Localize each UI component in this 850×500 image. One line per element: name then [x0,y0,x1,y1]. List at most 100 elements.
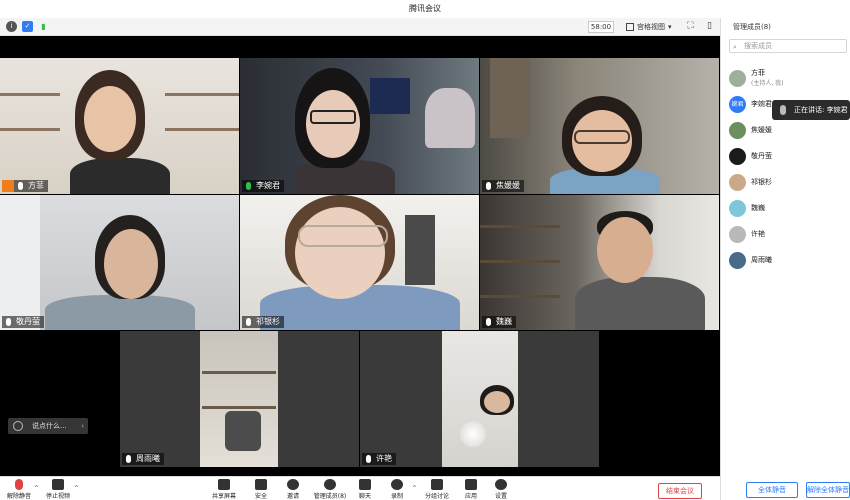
member-item[interactable]: 焦媛媛 [729,120,849,140]
video-tile[interactable]: 魏巍 [480,195,719,330]
shield-icon[interactable]: ✓ [22,21,33,32]
member-name: 李婉君 [751,99,772,108]
person-face [295,207,385,299]
member-name: 许艳 [751,229,765,238]
member-item[interactable]: 方菲 (主持人, 我) [729,68,849,88]
participant-name: 祁银杉 [256,317,280,326]
member-item[interactable]: 周雨曦 [729,250,849,270]
manage-members-button[interactable]: 管理成员(8) [310,479,350,500]
glasses [574,130,630,144]
member-item[interactable]: 许艳 [729,224,849,244]
member-name: 焦媛媛 [751,125,772,134]
glasses [298,225,388,247]
bookshelf [165,93,239,96]
participant-name-tag: 祁银杉 [242,316,284,328]
person-body [575,277,705,330]
bookshelf [165,128,239,131]
window-title: 腾讯会议 [409,4,441,13]
settings-label: 设置 [494,493,507,500]
title-bar: 腾讯会议 [0,0,850,18]
video-tile[interactable]: 焦媛媛 [480,58,719,194]
view-switch-button[interactable]: 宫格视图 ▾ [622,21,676,33]
chat-input[interactable]: 说点什么... ‹ [8,418,88,434]
share-screen-button[interactable]: 共享屏幕 [206,479,242,500]
bookshelf [0,93,60,96]
person-face [104,229,158,299]
video-tile[interactable]: 许艳 [360,331,599,467]
participant-name-tag: 敬丹萤 [2,316,44,328]
members-icon [324,479,336,490]
member-search-input[interactable]: ⌕ 搜索成员 [729,39,847,53]
security-button[interactable]: 安全 [250,479,272,500]
unmute-button[interactable]: 解除静音 [6,479,32,500]
microphone-icon [18,182,23,190]
chevron-up-icon[interactable]: ^ [412,485,417,492]
wall-panel [405,215,435,285]
members-panel: 管理成员(8) ⌕ 搜索成员 方菲 (主持人, 我) 婉君 李婉君 焦媛媛 敬丹… [720,18,850,500]
glasses [310,110,356,124]
video-tile[interactable]: 方菲 [0,58,239,194]
record-label: 录制 [390,493,403,500]
video-tile[interactable]: 祁银杉 [240,195,479,330]
manage-members-label: 管理成员(8) [313,493,347,500]
end-meeting-button[interactable]: 结束会议 [658,483,702,499]
member-name: 敬丹萤 [751,151,772,160]
microphone-active-icon [246,182,251,190]
emoji-icon[interactable] [13,421,23,431]
meeting-controls: 解除静音 ^ 停止视频 ^ 共享屏幕 安全 邀请 管理成员(8) 聊天 录制 ^… [0,476,720,500]
record-button[interactable]: 录制 [386,479,408,500]
bookshelf [202,371,276,374]
avatar [729,121,746,139]
microphone-icon [486,182,491,190]
mute-all-button[interactable]: 全体静音 [746,482,798,498]
video-tile[interactable]: 敬丹萤 [0,195,239,330]
info-icon[interactable]: i [6,21,17,32]
participant-name: 李婉君 [256,181,280,190]
bookshelf [202,406,276,409]
breakout-label: 分组讨论 [424,493,449,500]
person-body [45,295,195,330]
signal-icon[interactable]: ▮ [38,21,49,32]
microphone-muted-icon [15,479,23,490]
member-search-placeholder: 搜索成员 [744,42,772,50]
record-icon [391,479,403,490]
unmute-all-button[interactable]: 解除全体静音 [806,482,850,498]
speaking-label: 正在讲话: 李婉君 [794,106,848,114]
member-item[interactable]: 祁银杉 [729,172,849,192]
member-item[interactable]: 敬丹萤 [729,146,849,166]
member-item[interactable]: 魏巍 [729,198,849,218]
host-badge-icon [2,180,14,192]
security-label: 安全 [254,493,267,500]
breakout-icon [431,479,443,490]
stop-video-button[interactable]: 停止视频 [44,479,72,500]
video-grid: 方菲 李婉君 焦媛媛 敬丹萤 祁银杉 魏巍 周雨曦 许艳 [0,36,720,476]
invite-label: 邀请 [286,493,299,500]
member-role: (主持人, 我) [751,80,784,87]
chevron-up-icon[interactable]: ^ [74,485,79,492]
participant-name: 周雨曦 [136,454,160,463]
chevron-up-icon[interactable]: ^ [34,485,39,492]
participant-name-tag: 李婉君 [242,180,284,192]
wall-poster [370,78,410,114]
person-body [70,158,170,194]
settings-button[interactable]: 设置 [490,479,512,500]
fullscreen-icon[interactable]: ⛶ [685,21,696,32]
chat-button[interactable]: 聊天 [354,479,376,500]
video-tile[interactable]: 周雨曦 [120,331,359,467]
members-panel-title: 管理成员(8) [733,23,771,31]
avatar [729,173,746,191]
view-switch-label: 宫格视图 [637,23,665,31]
sidebar-toggle-icon[interactable]: ▯ [704,21,715,32]
chevron-left-icon[interactable]: ‹ [81,418,84,434]
speaking-tooltip: 正在讲话: 李婉君 [772,100,850,120]
breakout-rooms-button[interactable]: 分组讨论 [420,479,454,500]
apps-label: 应用 [464,493,477,500]
invite-button[interactable]: 邀请 [282,479,304,500]
meeting-timer: 58:00 [588,21,614,33]
search-icon: ⌕ [733,43,737,51]
share-screen-label: 共享屏幕 [211,493,236,500]
apps-button[interactable]: 应用 [460,479,482,500]
video-tile-active-speaker[interactable]: 李婉君 [240,58,479,194]
avatar [729,147,746,165]
avatar [729,225,746,243]
